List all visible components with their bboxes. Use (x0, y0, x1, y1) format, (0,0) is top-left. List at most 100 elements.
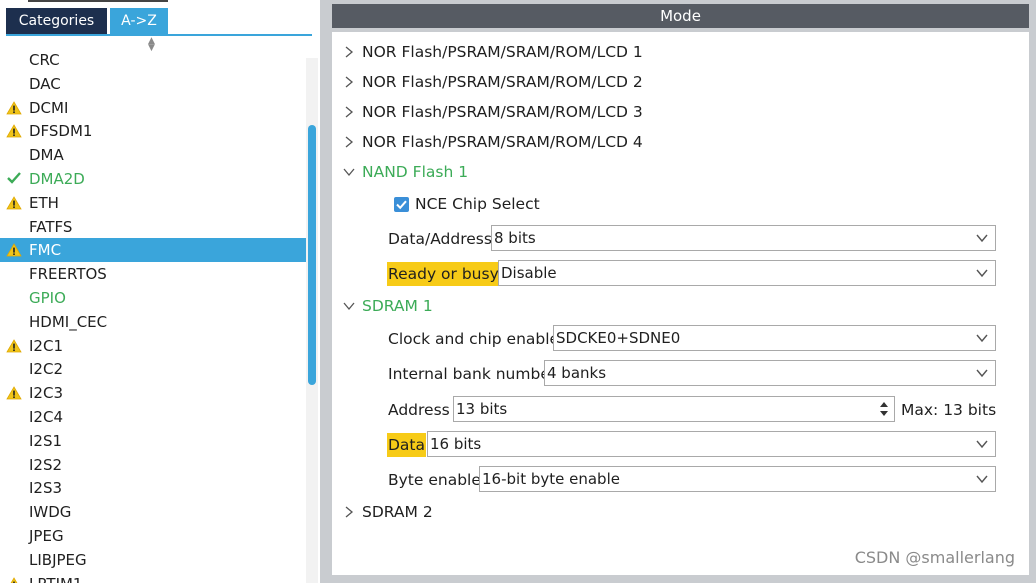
tab-categories[interactable]: Categories (6, 8, 107, 34)
clock-enable-label: Clock and chip enable (388, 330, 560, 348)
sidebar-item-i2s3[interactable]: I2S3 (0, 476, 308, 500)
sidebar-item-i2c1[interactable]: I2C1 (0, 334, 308, 358)
chevron-down-icon (976, 440, 988, 449)
tree-label: NAND Flash 1 (362, 163, 469, 181)
sidebar-item-gpio[interactable]: GPIO (0, 286, 308, 310)
status-icon-empty (6, 476, 24, 500)
mode-body: NOR Flash/PSRAM/SRAM/ROM/LCD 1 NOR Flash… (332, 32, 1029, 575)
sidebar-item-label: I2C1 (29, 336, 63, 355)
sidebar-item-i2c2[interactable]: I2C2 (0, 357, 308, 381)
sidebar-item-label: I2C4 (29, 408, 63, 426)
warning-icon (6, 238, 24, 262)
sidebar-item-dma[interactable]: DMA (0, 143, 308, 167)
sidebar-item-jpeg[interactable]: JPEG (0, 524, 308, 548)
status-icon-empty (6, 310, 24, 334)
select-value: 16-bit byte enable (482, 470, 620, 488)
tab-topline (28, 0, 168, 2)
sidebar-item-label: FREERTOS (29, 265, 107, 284)
data-width-select[interactable]: 16 bits (427, 431, 996, 457)
address-spinner[interactable]: 13 bits (453, 396, 895, 422)
data-width-label: Data (387, 433, 427, 457)
status-icon-empty (6, 429, 24, 453)
chevron-down-icon (343, 302, 355, 311)
status-icon-empty (6, 357, 24, 381)
sidebar-item-label: DMA2D (29, 170, 85, 188)
sidebar-item-lptim1[interactable]: LPTIM1 (0, 572, 308, 583)
panel-divider[interactable] (320, 0, 332, 583)
sidebar-item-label: I2C3 (29, 384, 63, 403)
status-icon-empty (6, 405, 24, 429)
chevron-right-icon (345, 46, 354, 58)
warning-icon (6, 334, 24, 358)
sidebar-item-fmc[interactable]: FMC (0, 238, 308, 263)
chevron-down-icon (976, 475, 988, 484)
select-value: Disable (501, 264, 557, 282)
warning-icon (6, 96, 24, 120)
status-icon-empty (6, 143, 24, 167)
tree-label: NOR Flash/PSRAM/SRAM/ROM/LCD 1 (362, 43, 643, 61)
sidebar-item-label: ETH (29, 193, 59, 212)
sidebar-item-dma2d[interactable]: DMA2D (0, 167, 308, 191)
checkmark-icon (396, 200, 407, 210)
status-icon-empty (6, 262, 24, 286)
sidebar-item-crc[interactable]: CRC (0, 50, 308, 72)
sidebar-item-label: DFSDM1 (29, 122, 93, 141)
sidebar-item-label: FMC (29, 241, 62, 260)
sidebar-item-hdmi_cec[interactable]: HDMI_CEC (0, 310, 308, 334)
clock-enable-select[interactable]: SDCKE0+SDNE0 (553, 325, 996, 351)
tree-label: NOR Flash/PSRAM/SRAM/ROM/LCD 2 (362, 73, 643, 91)
chevron-right-icon (345, 106, 354, 118)
sidebar-item-libjpeg[interactable]: LIBJPEG (0, 548, 308, 572)
status-icon-empty (6, 215, 24, 239)
sidebar-item-freertos[interactable]: FREERTOS (0, 262, 308, 286)
tree-label: SDRAM 1 (362, 297, 433, 315)
status-icon-empty (6, 453, 24, 477)
list-scrollbar-thumb[interactable] (308, 125, 316, 385)
sidebar-item-label: I2C2 (29, 360, 63, 379)
sidebar-item-eth[interactable]: ETH (0, 191, 308, 215)
sidebar-item-dcmi[interactable]: DCMI (0, 96, 308, 120)
tree-label: NOR Flash/PSRAM/SRAM/ROM/LCD 3 (362, 103, 643, 121)
sidebar-item-dfsdm1[interactable]: DFSDM1 (0, 119, 308, 143)
sidebar-item-label: HDMI_CEC (29, 312, 108, 331)
sidebar-item-label: DCMI (29, 98, 69, 117)
bank-number-select[interactable]: 4 banks (544, 360, 996, 386)
checkmark-icon (6, 167, 24, 191)
ready-busy-select[interactable]: Disable (498, 260, 996, 286)
sidebar-item-label: I2S1 (29, 431, 63, 450)
tree-label: SDRAM 2 (362, 503, 433, 521)
byte-enable-select[interactable]: 16-bit byte enable (479, 466, 996, 492)
chevron-down-icon (976, 334, 988, 343)
sidebar-item-i2s1[interactable]: I2S1 (0, 429, 308, 453)
bank-number-label: Internal bank number (388, 365, 557, 383)
view-tabs: Categories A->Z (0, 0, 320, 36)
status-icon-empty (6, 286, 24, 310)
sidebar-item-dac[interactable]: DAC (0, 72, 308, 96)
data-address-select[interactable]: 8 bits (491, 225, 996, 251)
sidebar-item-fatfs[interactable]: FATFS (0, 215, 308, 239)
nce-chip-select-label: NCE Chip Select (415, 195, 540, 213)
sidebar-item-label: CRC (29, 51, 60, 69)
chevron-right-icon (345, 76, 354, 88)
component-list: CRC DAC DCMI DFSDM1 DMA DMA2D ETH FATFS FMC FREER… (0, 50, 308, 583)
sidebar-item-i2c4[interactable]: I2C4 (0, 405, 308, 429)
select-value: 4 banks (547, 364, 607, 382)
sidebar-item-label: I2S2 (29, 455, 63, 474)
sidebar-item-label: GPIO (29, 289, 66, 307)
sidebar-item-label: I2S3 (29, 479, 63, 498)
warning-icon (6, 119, 24, 143)
byte-enable-label: Byte enable (388, 471, 481, 489)
sidebar-item-i2s2[interactable]: I2S2 (0, 453, 308, 477)
select-value: 8 bits (494, 229, 536, 247)
sidebar-item-i2c3[interactable]: I2C3 (0, 381, 308, 405)
warning-icon (6, 191, 24, 215)
sidebar-item-label: DAC (29, 74, 61, 93)
data-address-label: Data/Address (388, 230, 492, 248)
chevron-down-icon (343, 168, 355, 177)
sidebar-item-iwdg[interactable]: IWDG (0, 500, 308, 524)
chevron-down-icon (976, 269, 988, 278)
spinner-arrows-icon[interactable] (878, 399, 890, 419)
tab-a-to-z[interactable]: A->Z (110, 8, 168, 34)
nce-chip-select-checkbox[interactable] (394, 197, 409, 212)
status-icon-empty (6, 524, 24, 548)
